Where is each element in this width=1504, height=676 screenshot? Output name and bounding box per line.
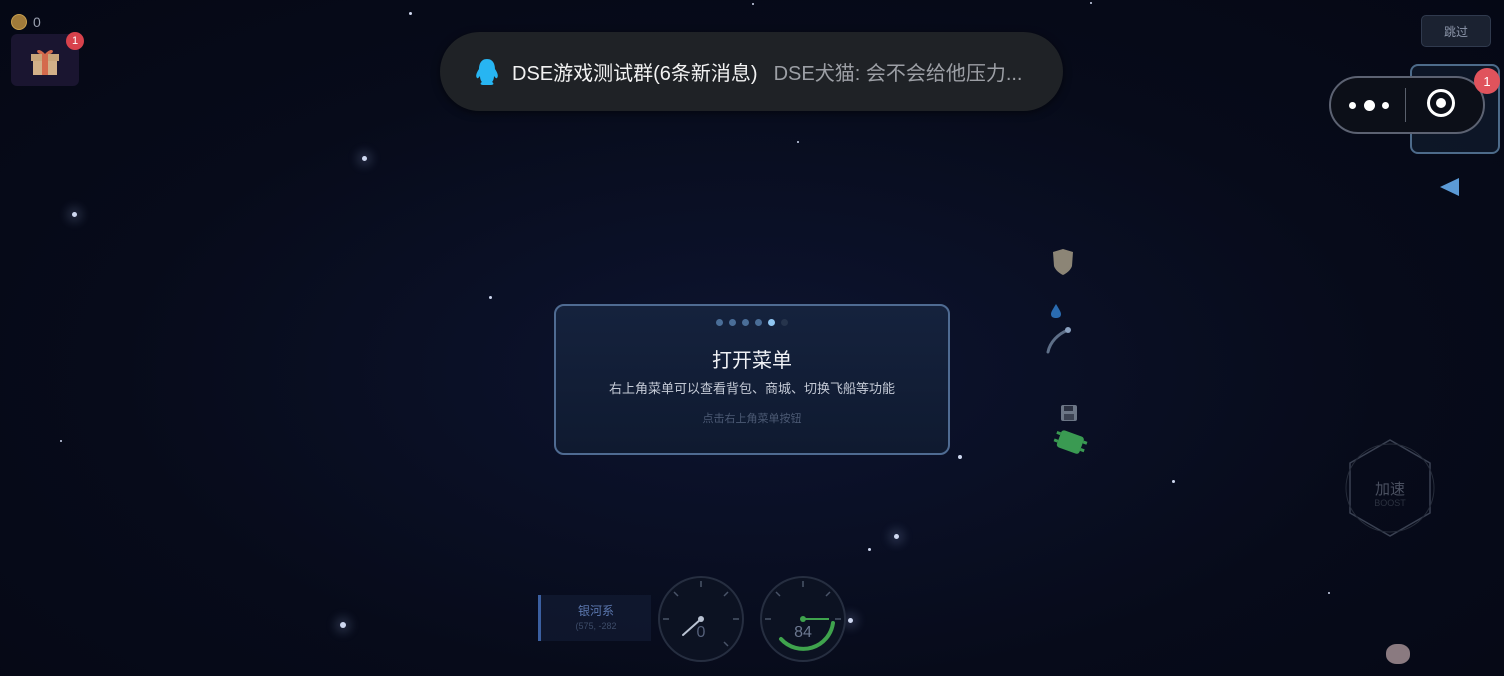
notification-message: DSE犬猫: 会不会给他压力...: [773, 63, 1023, 85]
star: [60, 440, 62, 442]
qq-penguin-icon: [476, 58, 498, 85]
tutorial-description: 右上角菜单可以查看背包、商城、切换飞船等功能: [608, 381, 895, 396]
star: [72, 212, 77, 217]
more-button[interactable]: [1349, 95, 1389, 115]
save-disk-icon[interactable]: [1060, 404, 1078, 422]
tutorial-card: 打开菜单 右上角菜单可以查看背包、商城、切换飞船等功能 点击右上角菜单按钮: [554, 304, 950, 455]
gift-icon: [31, 49, 59, 75]
tutorial-hint: 点击右上角菜单按钮: [702, 413, 802, 425]
boost-label: 加速: [1374, 481, 1405, 498]
page-dot: [729, 319, 736, 326]
capsule-divider: [1405, 88, 1406, 122]
coin-counter: 0: [11, 14, 41, 30]
more-dots-icon: [1349, 101, 1356, 109]
speed-value: 0: [696, 624, 706, 641]
star: [362, 156, 367, 161]
star: [752, 3, 754, 5]
skip-button[interactable]: 跳过: [1421, 15, 1491, 47]
star: [1090, 2, 1092, 4]
star: [489, 296, 492, 299]
star: [1328, 592, 1330, 594]
shield-icon[interactable]: [1050, 248, 1076, 276]
location-coordinates: (575, -282: [575, 621, 617, 631]
tutorial-page-indicator: [556, 319, 948, 326]
location-name: 银河系: [577, 604, 614, 618]
scanner-tool-icon[interactable]: [1040, 320, 1080, 360]
page-dot: [755, 319, 762, 326]
boost-sublabel: BOOST: [1374, 498, 1406, 508]
fuel-dial-icon: [760, 576, 846, 662]
page-dot: [742, 319, 749, 326]
water-drop-icon: [1051, 304, 1061, 318]
star: [409, 12, 412, 15]
page-dot: [716, 319, 723, 326]
star: [1172, 480, 1175, 483]
pointer-arrow-icon: [1440, 178, 1459, 196]
fuel-value: 84: [794, 624, 812, 641]
coin-count: 0: [33, 14, 41, 30]
chip-icon[interactable]: [1050, 426, 1090, 460]
asteroid: [1386, 644, 1410, 664]
coin-icon: [11, 14, 27, 30]
fuel-gauge: 84: [759, 575, 847, 663]
star: [797, 141, 799, 143]
star: [848, 618, 853, 623]
page-dot-active: [768, 319, 775, 326]
miniprogram-capsule: [1329, 76, 1485, 134]
star: [340, 622, 346, 628]
close-miniprogram-button[interactable]: [1427, 89, 1455, 117]
notification-group-name: DSE游戏测试群(6条新消息): [512, 63, 758, 85]
target-icon: [1436, 98, 1446, 108]
boost-button[interactable]: 加速 BOOST: [1342, 438, 1438, 538]
qq-notification-banner[interactable]: DSE游戏测试群(6条新消息) DSE犬猫: 会不会给他压力...: [440, 32, 1063, 111]
star: [868, 548, 871, 551]
location-panel: 银河系 (575, -282: [538, 595, 651, 641]
tutorial-title: 打开菜单: [712, 350, 792, 372]
gift-badge: 1: [66, 32, 84, 50]
page-dot: [781, 319, 788, 326]
speed-gauge: 0: [657, 575, 745, 663]
star: [958, 455, 962, 459]
menu-badge: 1: [1474, 68, 1500, 94]
speed-dial-icon: [658, 576, 744, 662]
star: [894, 534, 899, 539]
